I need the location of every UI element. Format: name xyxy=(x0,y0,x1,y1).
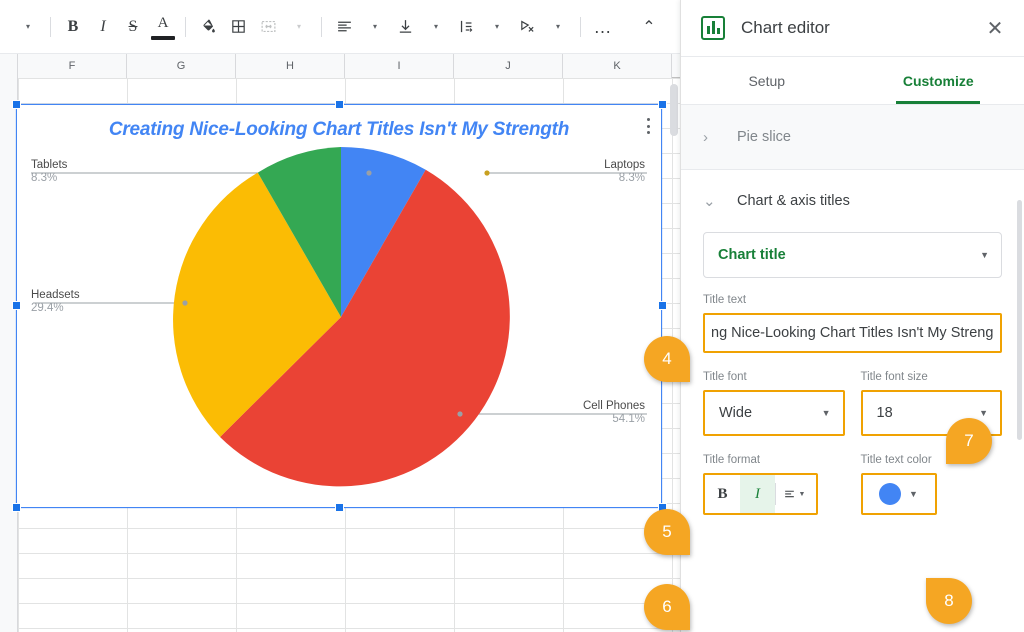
title-text-color-swatch xyxy=(879,483,901,505)
tab-setup[interactable]: Setup xyxy=(681,57,853,104)
text-rotation-caret-icon[interactable]: ▾ xyxy=(543,12,573,42)
text-wrapping-icon[interactable] xyxy=(451,12,481,42)
tab-customize[interactable]: Customize xyxy=(853,57,1024,104)
column-header-i[interactable]: I xyxy=(345,54,454,78)
pie-label-tablets-percent: 8.3% xyxy=(31,172,67,185)
select-all-corner[interactable] xyxy=(0,54,18,78)
toolbar-divider xyxy=(50,17,51,37)
column-header-k[interactable]: K xyxy=(563,54,672,78)
horizontal-align-icon[interactable] xyxy=(329,12,359,42)
section-chart-axis-titles-header[interactable]: ⌄ Chart & axis titles xyxy=(681,170,1002,232)
pie-label-cell-phones: Cell Phones 54.1% xyxy=(583,400,645,426)
merge-cells-caret-icon[interactable]: ▾ xyxy=(284,12,314,42)
callout-badge-4: 4 xyxy=(644,336,690,382)
spreadsheet-pane: ▾ B I S A ▾ ▾ ▾ xyxy=(0,0,680,632)
pie-label-cell-phones-percent: 54.1% xyxy=(583,413,645,426)
pie-label-headsets: Headsets 29.4% xyxy=(31,289,80,315)
callout-badge-7: 7 xyxy=(946,418,992,464)
title-align-button[interactable]: ▼ xyxy=(776,475,811,513)
resize-handle-middle-right[interactable] xyxy=(658,301,667,310)
resize-handle-top-center[interactable] xyxy=(335,100,344,109)
formatting-toolbar: ▾ B I S A ▾ ▾ ▾ xyxy=(0,0,680,54)
borders-icon[interactable] xyxy=(223,12,253,42)
vertical-align-icon[interactable] xyxy=(390,12,420,42)
chart-object[interactable]: Creating Nice-Looking Chart Titles Isn't… xyxy=(16,104,662,508)
title-type-select[interactable]: Chart title ▼ xyxy=(703,232,1002,278)
title-font-select[interactable]: Wide ▼ xyxy=(703,390,845,436)
toolbar-divider xyxy=(321,17,322,37)
bold-button[interactable]: B xyxy=(58,12,88,42)
title-italic-button[interactable]: I xyxy=(740,475,775,513)
collapse-toolbar-button[interactable]: ⌃ xyxy=(634,12,664,42)
text-rotation-icon[interactable] xyxy=(512,12,542,42)
fill-color-icon[interactable] xyxy=(193,12,223,42)
title-format-label: Title format xyxy=(703,454,845,466)
pie-chart xyxy=(17,105,661,507)
google-sheets-chart-editor-screen: ▾ B I S A ▾ ▾ ▾ xyxy=(0,0,1024,632)
title-font-label: Title font xyxy=(703,371,845,383)
chart-editor-tabs: Setup Customize xyxy=(681,57,1024,105)
text-wrapping-caret-icon[interactable]: ▾ xyxy=(482,12,512,42)
title-text-color-picker[interactable]: ▼ xyxy=(861,473,937,515)
pie-label-headsets-percent: 29.4% xyxy=(31,302,80,315)
pie-label-tablets: Tablets 8.3% xyxy=(31,159,67,185)
more-options-button[interactable]: … xyxy=(588,12,618,42)
resize-handle-top-left[interactable] xyxy=(12,100,21,109)
section-pie-slice[interactable]: › Pie slice xyxy=(681,105,1024,170)
chart-editor-panel: Chart editor ✕ Setup Customize › Pie sli… xyxy=(680,0,1024,632)
horizontal-align-caret-icon[interactable]: ▾ xyxy=(360,12,390,42)
chevron-down-icon: ▼ xyxy=(909,489,918,499)
callout-badge-8: 8 xyxy=(926,578,972,624)
section-pie-slice-label: Pie slice xyxy=(737,129,791,145)
title-font-size-label: Title font size xyxy=(861,371,1003,383)
vertical-align-caret-icon[interactable]: ▾ xyxy=(421,12,451,42)
chart-editor-title: Chart editor xyxy=(741,18,982,38)
toolbar-divider xyxy=(580,17,581,37)
strikethrough-button[interactable]: S xyxy=(118,12,148,42)
toolbar-divider xyxy=(185,17,186,37)
callout-badge-5: 5 xyxy=(644,509,690,555)
title-format-group: B I ▼ xyxy=(703,473,818,515)
merge-cells-icon[interactable] xyxy=(253,12,283,42)
column-header-j[interactable]: J xyxy=(454,54,563,78)
chevron-down-icon: ▼ xyxy=(822,408,831,418)
title-text-input-value: ng Nice-Looking Chart Titles Isn't My St… xyxy=(711,325,993,341)
italic-button[interactable]: I xyxy=(88,12,118,42)
pie-label-laptops-percent: 8.3% xyxy=(604,172,645,185)
section-chart-axis-titles-label: Chart & axis titles xyxy=(737,193,850,209)
editor-scrollbar[interactable] xyxy=(1017,200,1022,440)
title-font-select-value: Wide xyxy=(719,405,752,421)
chart-editor-icon xyxy=(701,16,725,40)
chevron-down-icon: ▼ xyxy=(979,408,988,418)
resize-handle-bottom-left[interactable] xyxy=(12,503,21,512)
chart-editor-header: Chart editor ✕ xyxy=(681,0,1024,57)
font-size-caret-icon[interactable]: ▾ xyxy=(13,12,43,42)
pie-label-cell-phones-name: Cell Phones xyxy=(583,400,645,413)
close-icon[interactable]: ✕ xyxy=(982,16,1008,41)
column-header-f[interactable]: F xyxy=(18,54,127,78)
resize-handle-top-right[interactable] xyxy=(658,100,667,109)
column-header-h[interactable]: H xyxy=(236,54,345,78)
title-bold-button[interactable]: B xyxy=(705,475,740,513)
column-header-g[interactable]: G xyxy=(127,54,236,78)
pie-label-laptops-name: Laptops xyxy=(604,159,645,172)
title-text-input[interactable]: ng Nice-Looking Chart Titles Isn't My St… xyxy=(703,313,1002,353)
title-text-label: Title text xyxy=(703,294,1002,306)
pie-label-headsets-name: Headsets xyxy=(31,289,80,302)
title-type-select-value: Chart title xyxy=(718,247,786,263)
chevron-down-icon: ⌄ xyxy=(703,192,737,210)
text-color-button[interactable]: A xyxy=(148,12,178,42)
chevron-right-icon: › xyxy=(703,129,737,146)
column-header-row: F G H I J K xyxy=(0,54,680,78)
sheet-vertical-scrollbar[interactable] xyxy=(670,84,678,136)
callout-badge-6: 6 xyxy=(644,584,690,630)
chevron-down-icon: ▼ xyxy=(980,250,989,260)
resize-handle-middle-left[interactable] xyxy=(12,301,21,310)
title-font-size-select-value: 18 xyxy=(877,405,893,421)
pie-label-laptops: Laptops 8.3% xyxy=(604,159,645,185)
resize-handle-bottom-center[interactable] xyxy=(335,503,344,512)
pie-label-tablets-name: Tablets xyxy=(31,159,67,172)
